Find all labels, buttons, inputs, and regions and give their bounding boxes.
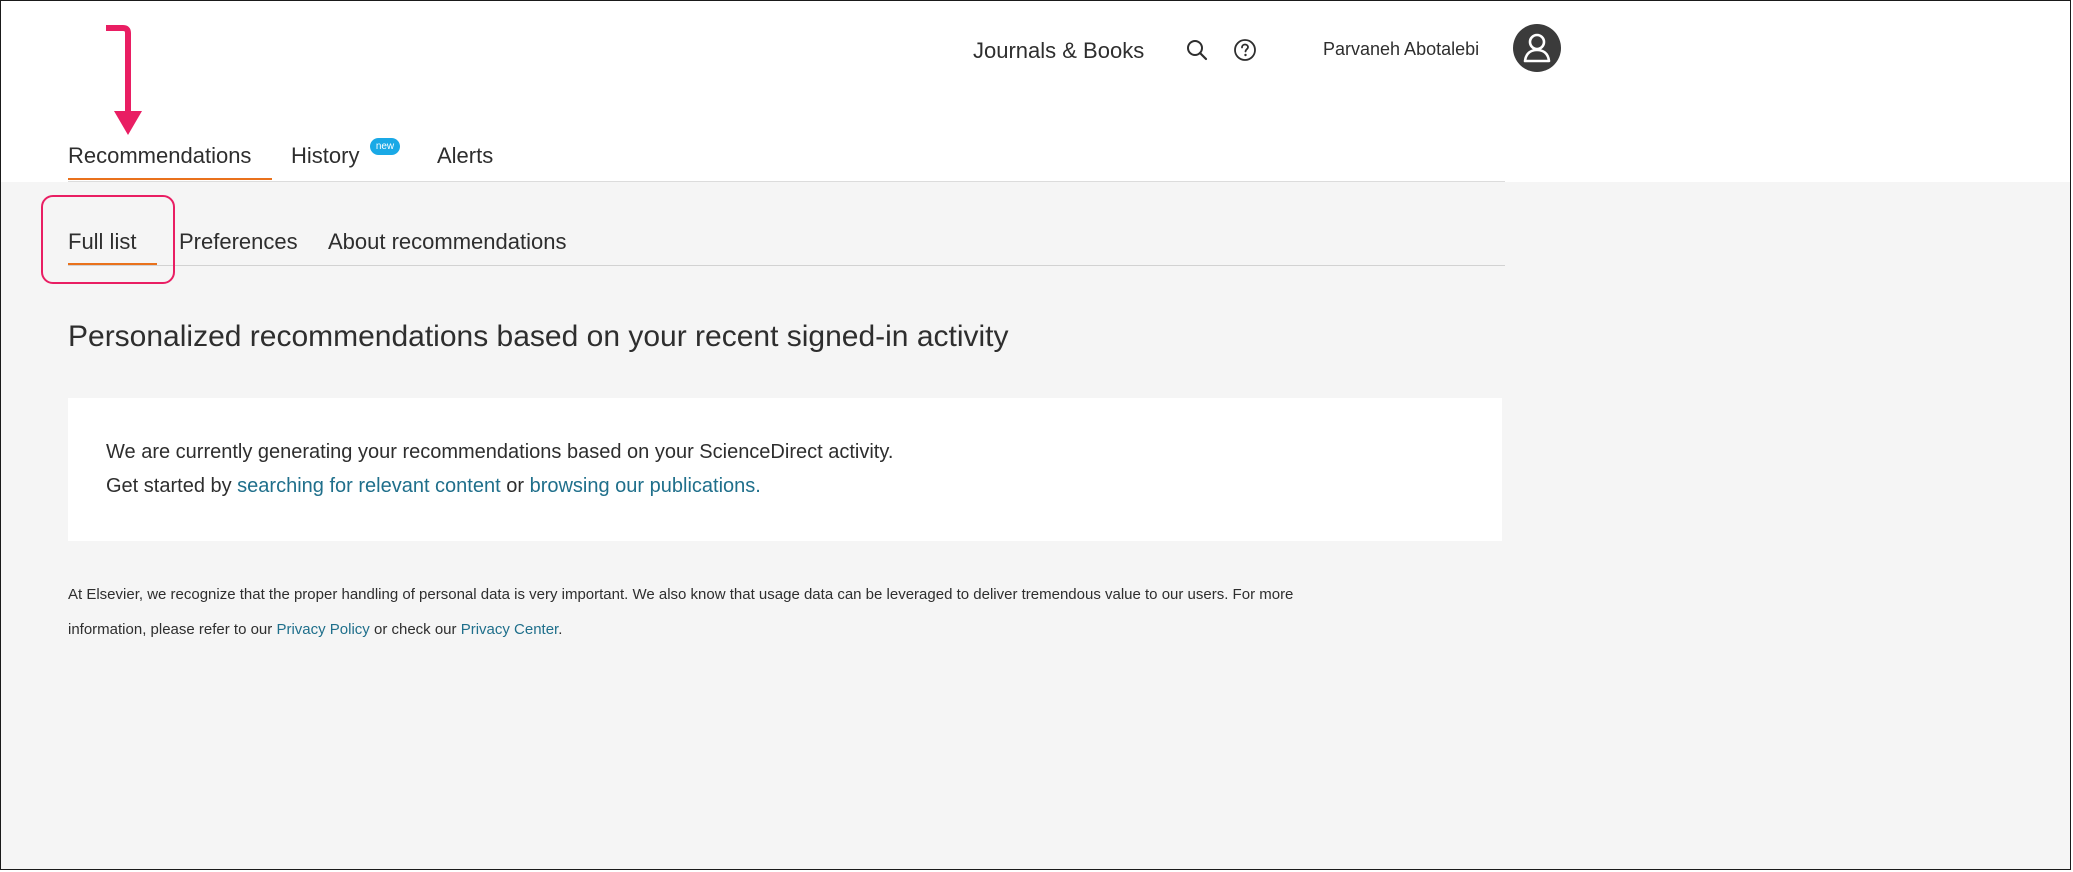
search-icon[interactable]	[1185, 38, 1209, 67]
page-frame: Journals & Books Parvaneh Abotalebi Reco…	[0, 0, 2071, 870]
tab-recommendations[interactable]: Recommendations	[68, 143, 251, 169]
sub-tabs-divider	[68, 265, 1505, 266]
get-started-prefix: Get started by	[106, 475, 238, 497]
annotation-arrow-icon	[106, 25, 142, 135]
annotation-highlight-box	[41, 195, 175, 284]
privacy-notice-line1: At Elsevier, we recognize that the prope…	[68, 586, 1294, 603]
main-tabs-divider	[68, 181, 1505, 182]
browse-publications-link[interactable]: browsing our publications.	[530, 475, 761, 497]
privacy-center-link[interactable]: Privacy Center	[461, 621, 559, 638]
tab-alerts[interactable]: Alerts	[437, 143, 493, 169]
privacy-suffix: .	[558, 621, 563, 638]
privacy-policy-link[interactable]: Privacy Policy	[276, 621, 369, 638]
search-content-link[interactable]: searching for relevant content	[237, 475, 501, 497]
tab-history[interactable]: History	[291, 143, 359, 169]
status-message: We are currently generating your recomme…	[106, 441, 894, 463]
recommendations-status-card	[68, 398, 1502, 541]
journals-books-link[interactable]: Journals & Books	[973, 38, 1144, 64]
page-title: Personalized recommendations based on yo…	[68, 320, 1009, 353]
subtab-preferences[interactable]: Preferences	[179, 229, 298, 255]
user-name[interactable]: Parvaneh Abotalebi	[1323, 39, 1479, 60]
privacy-prefix: information, please refer to our	[68, 621, 277, 638]
privacy-mid: or check our	[369, 621, 461, 638]
help-icon[interactable]	[1233, 38, 1257, 67]
subtab-about-recommendations[interactable]: About recommendations	[328, 229, 566, 255]
user-avatar-icon[interactable]	[1513, 24, 1561, 72]
get-started-message: Get started by searching for relevant co…	[106, 475, 761, 498]
privacy-notice-line2: information, please refer to our Privacy…	[68, 621, 562, 638]
get-started-mid: or	[500, 475, 530, 497]
new-badge: new	[370, 138, 400, 155]
active-tab-indicator	[68, 178, 272, 180]
